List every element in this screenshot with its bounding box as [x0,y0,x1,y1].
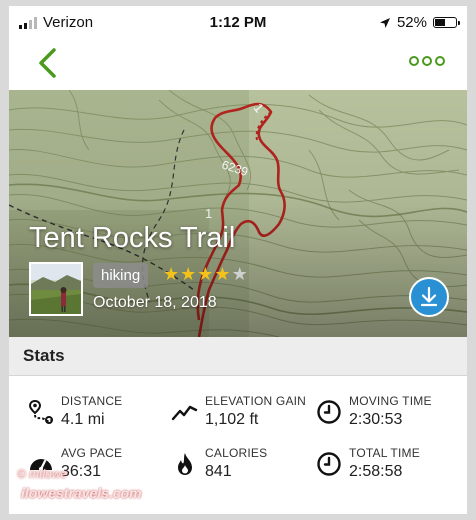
stat-label: DISTANCE [61,394,123,408]
stat-label: AVG PACE [61,446,123,460]
battery-icon [433,17,460,28]
clock-icon [317,400,341,424]
flame-icon [178,453,192,475]
more-options-button[interactable] [409,56,445,66]
status-bar: Verizon 1:12 PM 52% [9,6,467,38]
nav-bar [9,38,467,90]
stats-section-header: Stats [9,337,467,376]
trail-hero: 1 6239 1 Tent Rocks Trail hiking ★★★★★ O… [9,90,467,337]
stat-value: 1,102 ft [205,411,259,428]
watermark-copyright: © mtlowe [17,467,68,481]
stat-label: MOVING TIME [349,394,432,408]
stat-value: 2:58:58 [349,463,403,480]
more-options-dot [422,56,432,66]
photo-image [31,264,81,314]
back-button[interactable] [33,46,63,80]
more-options-icon [409,56,419,66]
status-right: 52% [379,14,460,31]
stat-label: CALORIES [205,446,268,460]
watermark-site: ilowestravels.com [21,485,142,501]
stat-label: ELEVATION GAIN [205,394,307,408]
star-filled-icon: ★ [180,264,198,284]
stat-value: 841 [205,463,232,480]
star-empty-icon: ★ [231,264,249,284]
download-button[interactable] [409,277,449,317]
rating-stars: ★★★★★ [163,264,249,285]
trail-title: Tent Rocks Trail [29,222,236,254]
trail-photo-thumbnail[interactable] [29,262,83,316]
more-options-dot [435,56,445,66]
stat-value: 4.1 mi [61,411,105,428]
chevron-left-icon [39,48,56,78]
battery-percent: 52% [396,14,427,31]
star-filled-icon: ★ [197,264,215,284]
elevation-icon [171,405,198,421]
stat-value: 2:30:53 [349,411,403,428]
activity-tag[interactable]: hiking [93,263,149,288]
clock-icon [317,452,341,476]
trail-date: October 18, 2018 [93,294,217,311]
star-filled-icon: ★ [163,264,181,284]
battery-fill [435,19,445,26]
stats-title: Stats [23,346,65,365]
star-filled-icon: ★ [214,264,232,284]
distance-icon [28,399,53,424]
stat-label: TOTAL TIME [349,446,420,460]
location-arrow-icon [379,17,390,28]
download-icon [420,286,438,307]
app-screen: Verizon 1:12 PM 52% Tent Rocks Trail hik… [9,6,467,514]
